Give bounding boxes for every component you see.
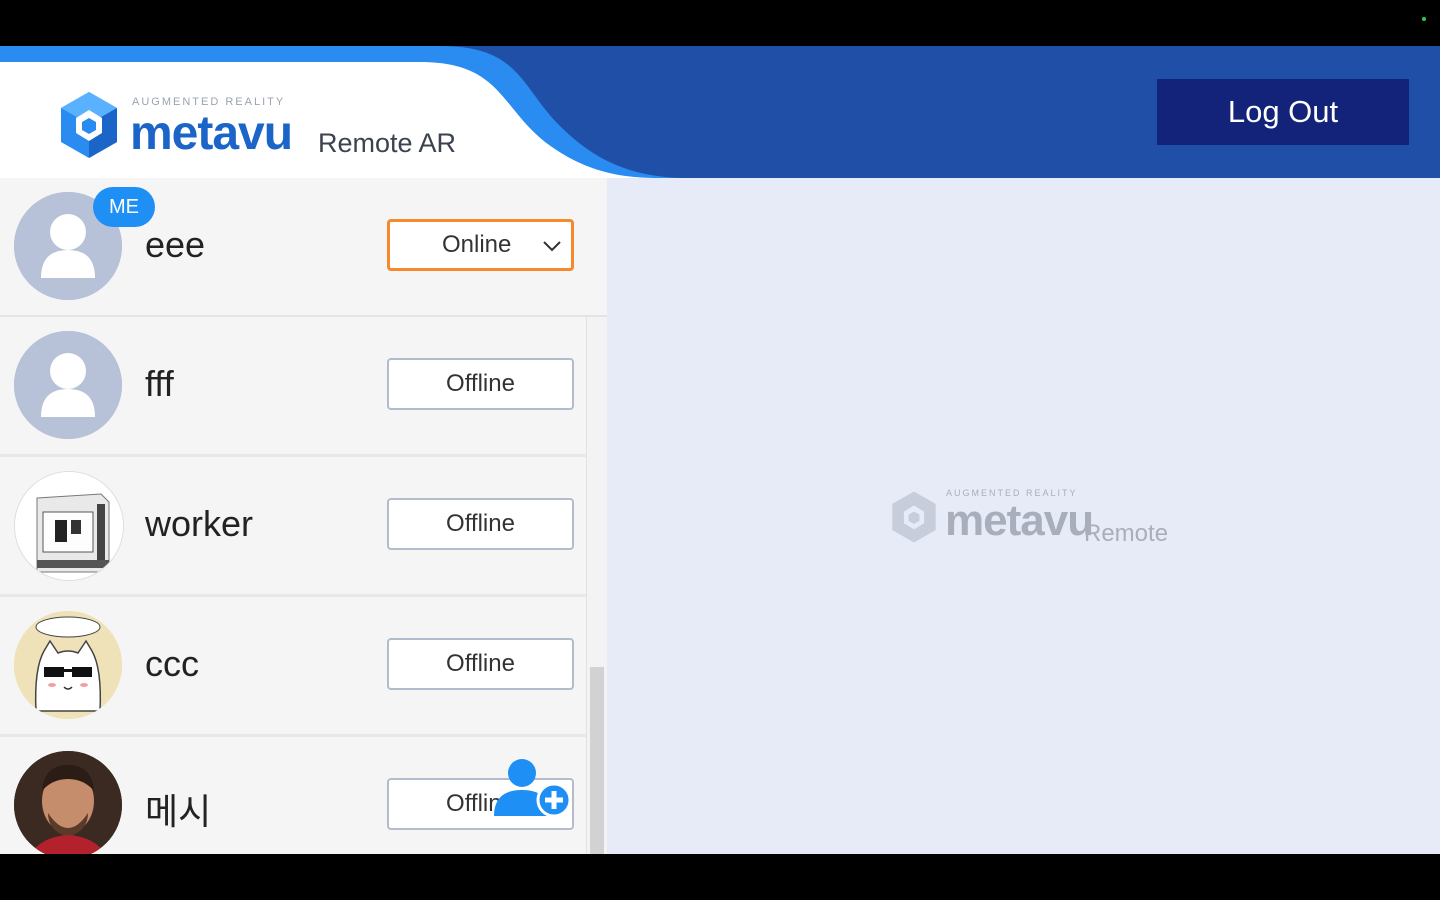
- cat-sunglasses-icon: [14, 611, 122, 719]
- machine-photo-icon: [15, 472, 123, 580]
- avatar: [14, 471, 124, 581]
- person-photo-icon: [14, 751, 122, 854]
- add-person-button[interactable]: [490, 758, 572, 822]
- avatar: [14, 751, 122, 854]
- list-item[interactable]: fff Offline: [0, 317, 586, 457]
- app-window: AUGMENTED REALITY metavu Remote AR Log O…: [0, 46, 1440, 854]
- add-person-icon: [494, 759, 572, 818]
- system-status-bar: [0, 0, 1440, 46]
- status-button[interactable]: Offline: [387, 638, 574, 690]
- logo-wordmark: metavu: [130, 107, 293, 160]
- my-name: eee: [145, 224, 206, 265]
- contact-name: 메시: [145, 791, 212, 832]
- header: AUGMENTED REALITY metavu Remote AR Log O…: [0, 46, 1440, 178]
- contact-name: fff: [145, 363, 174, 404]
- system-navigation-bar: [0, 854, 1440, 900]
- person-icon: [14, 331, 122, 439]
- status-dropdown[interactable]: Online: [387, 219, 574, 271]
- status-indicator-icon: [1422, 17, 1426, 21]
- logout-button[interactable]: Log Out: [1157, 79, 1409, 145]
- me-badge: ME: [93, 187, 155, 227]
- contact-name: ccc: [145, 643, 199, 684]
- product-name: Remote AR: [318, 128, 457, 158]
- status-button[interactable]: Offline: [387, 358, 574, 410]
- contact-name: worker: [145, 503, 254, 544]
- main-panel: AUGMENTED REALITY metavu Remote: [607, 178, 1440, 854]
- watermark-wordmark: metavu: [945, 496, 1094, 545]
- my-profile-row: ME eee Online: [0, 178, 607, 317]
- status-button[interactable]: Offline: [387, 498, 574, 550]
- contact-sidebar: ME eee Online fff Offline worker Offline…: [0, 178, 608, 854]
- list-item[interactable]: worker Offline: [0, 457, 586, 597]
- hexagon-cube-icon: [892, 491, 936, 543]
- avatar: [14, 331, 122, 439]
- avatar: [14, 611, 122, 719]
- status-dropdown-value: Online: [442, 231, 512, 258]
- scrollbar[interactable]: [586, 317, 608, 854]
- watermark-product: Remote: [1084, 520, 1169, 547]
- list-item[interactable]: ccc Offline: [0, 597, 586, 737]
- scrollbar-thumb[interactable]: [590, 667, 604, 854]
- hexagon-cube-icon: [61, 92, 117, 158]
- chevron-down-icon: [543, 241, 561, 252]
